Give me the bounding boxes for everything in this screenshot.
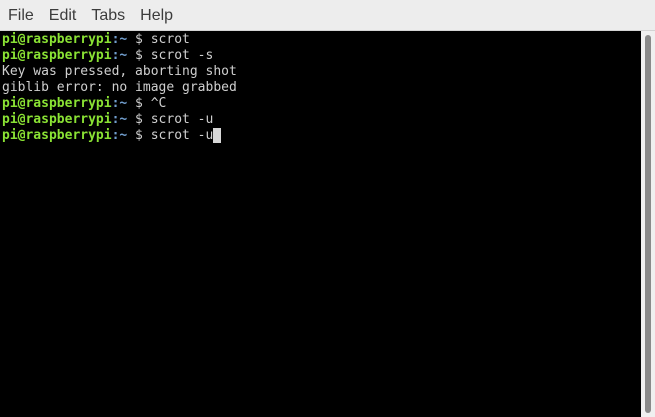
prompt-user-host: pi@raspberrypi [2, 96, 112, 111]
menu-edit[interactable]: Edit [41, 0, 84, 31]
terminal-line: pi@raspberrypi:~ $ scrot [0, 32, 641, 48]
terminal-line: giblib error: no image grabbed [0, 80, 641, 96]
command-text: scrot [150, 32, 190, 47]
prompt-user-host: pi@raspberrypi [2, 112, 112, 127]
prompt-path: :~ [111, 128, 128, 143]
scrollbar-thumb[interactable] [645, 35, 651, 413]
prompt-path: :~ [111, 112, 128, 127]
prompt-path: :~ [111, 32, 128, 47]
terminal-line: pi@raspberrypi:~ $ ^C [0, 96, 641, 112]
menu-tabs[interactable]: Tabs [83, 0, 132, 31]
text-cursor [213, 128, 222, 143]
prompt-symbol: $ [127, 32, 151, 47]
command-text: ^C [150, 96, 167, 111]
output-text: Key was pressed, aborting shot [2, 64, 237, 79]
menu-file[interactable]: File [0, 0, 41, 31]
prompt-symbol: $ [127, 112, 151, 127]
command-text: scrot -u [150, 112, 214, 127]
output-text: giblib error: no image grabbed [2, 80, 237, 95]
prompt-symbol: $ [127, 96, 151, 111]
prompt-symbol: $ [127, 48, 151, 63]
terminal-window: File Edit Tabs Help pi@raspberrypi:~ $ s… [0, 0, 655, 417]
terminal-line: Key was pressed, aborting shot [0, 64, 641, 80]
terminal-output[interactable]: pi@raspberrypi:~ $ scrot pi@raspberrypi:… [0, 31, 641, 417]
terminal-line-current[interactable]: pi@raspberrypi:~ $ scrot -u [0, 128, 641, 144]
command-input[interactable]: scrot -u [151, 128, 214, 143]
menu-bar: File Edit Tabs Help [0, 0, 655, 31]
terminal-line: pi@raspberrypi:~ $ scrot -s [0, 48, 641, 64]
vertical-scrollbar[interactable] [641, 31, 655, 417]
terminal-line: pi@raspberrypi:~ $ scrot -u [0, 112, 641, 128]
command-text: scrot -s [150, 48, 214, 63]
prompt-path: :~ [111, 48, 128, 63]
prompt-symbol: $ [127, 128, 151, 143]
prompt-user-host: pi@raspberrypi [2, 32, 112, 47]
menu-help[interactable]: Help [132, 0, 180, 31]
prompt-user-host: pi@raspberrypi [2, 48, 112, 63]
prompt-path: :~ [111, 96, 128, 111]
prompt-user-host: pi@raspberrypi [2, 128, 112, 143]
